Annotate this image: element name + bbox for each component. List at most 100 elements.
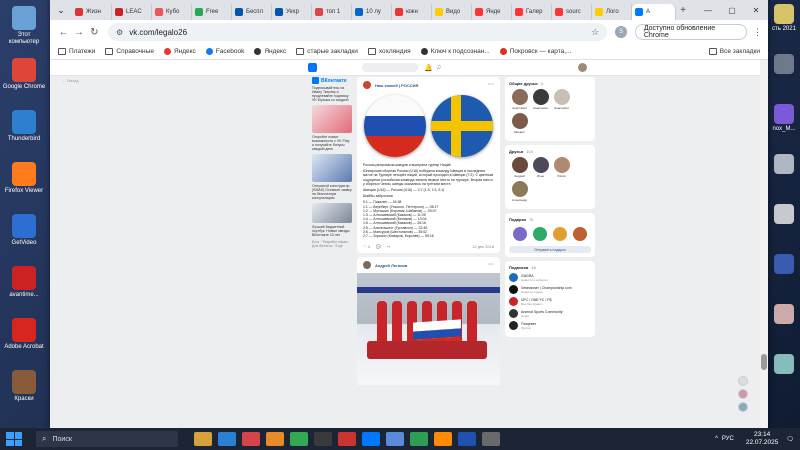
desktop-icon[interactable] bbox=[768, 300, 800, 350]
taskbar-app-icon[interactable] bbox=[266, 432, 284, 446]
desktop-icon[interactable] bbox=[768, 50, 800, 100]
gift-item[interactable] bbox=[533, 227, 547, 241]
desktop-icon[interactable]: Thunderbird bbox=[2, 106, 46, 158]
bookmark-item[interactable]: Facebook bbox=[205, 48, 244, 55]
notifications-icon[interactable]: 🗨 bbox=[786, 436, 794, 443]
clock[interactable]: 23:14 22.07.2025 bbox=[746, 431, 779, 447]
user-avatar[interactable] bbox=[578, 63, 587, 72]
taskbar-app-icon[interactable] bbox=[218, 432, 236, 446]
desktop-icon[interactable] bbox=[768, 250, 800, 300]
taskbar-app-icon[interactable] bbox=[386, 432, 404, 446]
close-window-button[interactable]: ✕ bbox=[744, 6, 768, 15]
profile-avatar[interactable]: S bbox=[615, 26, 627, 38]
card-title[interactable]: Друзья 104 bbox=[509, 149, 591, 154]
bookmark-item[interactable]: Яндекс bbox=[163, 48, 196, 55]
minimize-button[interactable]: — bbox=[696, 6, 720, 15]
friend-item[interactable]: Анастасия bbox=[509, 89, 530, 110]
desktop-icon[interactable]: Firefox Viewer bbox=[2, 158, 46, 210]
menu-icon[interactable]: ⋮ bbox=[753, 27, 762, 38]
bookmark-item[interactable]: Покровск — карта,... bbox=[499, 48, 571, 55]
music-icon[interactable]: ♫ bbox=[436, 64, 441, 71]
post-menu-icon[interactable]: ··· bbox=[488, 82, 494, 88]
subscription-item[interactable]: Чемпионат | Championship.com Новости спор… bbox=[509, 285, 591, 294]
send-gift-button[interactable]: Отправить подарок bbox=[509, 246, 591, 253]
bookmark-item[interactable]: Яндекс bbox=[254, 48, 286, 55]
bookmark-item[interactable]: хохляндия bbox=[367, 48, 411, 55]
friend-item[interactable]: Андрей bbox=[509, 157, 530, 178]
vk-logo-icon[interactable] bbox=[308, 63, 317, 72]
friend-item[interactable]: Юлия bbox=[551, 157, 572, 178]
taskbar-app-icon[interactable] bbox=[194, 432, 212, 446]
browser-tab[interactable]: Беспл bbox=[232, 4, 272, 20]
ad-text[interactable]: Лучший бюджетный ноутбук. Новые звезды В… bbox=[312, 225, 352, 237]
card-title[interactable]: Общие друзья 4 bbox=[509, 81, 591, 86]
like-button[interactable]: ♡ 4 bbox=[363, 244, 370, 249]
card-title[interactable]: Подарки 75 bbox=[509, 217, 591, 222]
subscription-item[interactable]: UFC / ONE FC / РБ Бои без правил bbox=[509, 297, 591, 306]
taskbar-app-icon[interactable] bbox=[434, 432, 452, 446]
desktop-icon[interactable]: Google Chrome bbox=[2, 54, 46, 106]
ad-text[interactable]: Отпускной конструктор (SMAS) Оставьте за… bbox=[312, 184, 352, 200]
subscription-item[interactable]: GAGRA Новости и события bbox=[509, 273, 591, 282]
all-bookmarks[interactable]: Все закладки bbox=[708, 48, 760, 55]
desktop-icon[interactable] bbox=[768, 150, 800, 200]
address-bar[interactable]: ⚙ vk.com/legalo26 ☆ bbox=[108, 23, 608, 41]
desktop-icon[interactable]: avantime... bbox=[2, 262, 46, 314]
post-image[interactable] bbox=[357, 93, 500, 163]
taskbar-app-icon[interactable] bbox=[362, 432, 380, 446]
browser-tab[interactable]: Кубо bbox=[152, 4, 192, 20]
comment-icon[interactable]: 💬 bbox=[376, 244, 381, 249]
bookmark-item[interactable]: Ключ к подсознан... bbox=[420, 48, 490, 55]
site-info-icon[interactable]: ⚙ bbox=[116, 28, 123, 37]
browser-tab[interactable]: Янде bbox=[472, 4, 512, 20]
friend-item[interactable]: Анастасия bbox=[551, 89, 572, 110]
taskbar-search[interactable]: ⌕ Поиск bbox=[36, 431, 178, 447]
taskbar-app-icon[interactable] bbox=[314, 432, 332, 446]
gift-item[interactable] bbox=[553, 227, 567, 241]
bookmark-item[interactable]: старые закладки bbox=[296, 48, 358, 55]
back-icon[interactable]: ← bbox=[56, 27, 71, 38]
ad-image[interactable] bbox=[312, 105, 352, 133]
friend-item[interactable]: Михаил bbox=[509, 113, 530, 134]
card-title[interactable]: Подписки 46 bbox=[509, 265, 591, 270]
bookmark-item[interactable]: Справочные bbox=[105, 48, 154, 55]
post-author[interactable]: Андрей Легалов bbox=[375, 263, 407, 268]
share-icon[interactable]: ↪ bbox=[387, 244, 390, 249]
browser-tab[interactable]: А bbox=[632, 4, 676, 20]
browser-tab[interactable]: топ 1 bbox=[312, 4, 352, 20]
friend-item[interactable]: Илья bbox=[530, 157, 551, 178]
vk-search-input[interactable] bbox=[362, 63, 418, 72]
tab-search-icon[interactable]: ⌄ bbox=[54, 3, 68, 17]
gift-item[interactable] bbox=[513, 227, 527, 241]
browser-tab[interactable]: Видо bbox=[432, 4, 472, 20]
scroll-thumb[interactable] bbox=[761, 354, 767, 370]
chat-avatar[interactable] bbox=[738, 376, 748, 386]
bookmark-item[interactable]: Платежи bbox=[58, 48, 95, 55]
author-avatar[interactable] bbox=[363, 81, 371, 89]
left-footer-links[interactable]: Блог · Разработчикам · Для бизнеса · Ещё bbox=[312, 240, 352, 248]
taskbar-app-icon[interactable] bbox=[242, 432, 260, 446]
subscription-item[interactable]: Arsenal Sports Community Спорт bbox=[509, 309, 591, 318]
post-menu-icon[interactable]: ··· bbox=[488, 262, 494, 268]
browser-tab[interactable]: Уехр bbox=[272, 4, 312, 20]
taskbar-app-icon[interactable] bbox=[290, 432, 308, 446]
desktop-icon[interactable]: Adobe Acrobat bbox=[2, 314, 46, 366]
browser-tab[interactable]: Free bbox=[192, 4, 232, 20]
gift-item[interactable] bbox=[573, 227, 587, 241]
reload-icon[interactable]: ↻ bbox=[87, 27, 102, 38]
desktop-icon[interactable]: сть 2021 bbox=[768, 0, 800, 50]
author-avatar[interactable] bbox=[363, 261, 371, 270]
browser-tab[interactable]: 10 лу bbox=[352, 4, 392, 20]
vk-brand[interactable]: ВКонтакте bbox=[312, 77, 352, 84]
subscription-item[interactable]: Птицевет Группа bbox=[509, 321, 591, 330]
desktop-icon[interactable]: nox_M... bbox=[768, 100, 800, 150]
friend-item[interactable]: Анастасия bbox=[530, 89, 551, 110]
maximize-button[interactable]: ▢ bbox=[720, 6, 744, 15]
chat-avatar[interactable] bbox=[738, 389, 748, 399]
desktop-icon[interactable]: Краски bbox=[2, 366, 46, 418]
browser-tab[interactable]: sourc bbox=[552, 4, 592, 20]
desktop-icon[interactable] bbox=[768, 200, 800, 250]
friend-item[interactable]: Александр bbox=[509, 181, 530, 202]
taskbar-app-icon[interactable] bbox=[482, 432, 500, 446]
notifications-icon[interactable]: 🔔 bbox=[424, 64, 433, 72]
